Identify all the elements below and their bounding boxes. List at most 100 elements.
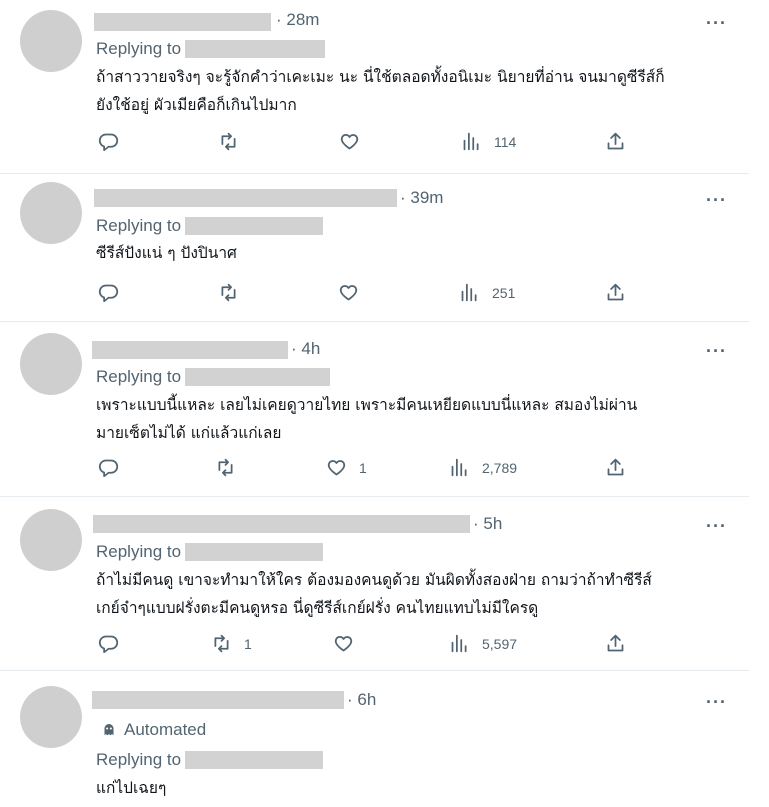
heart-icon <box>339 285 358 301</box>
tweet-text: ถ้าไม่มีคนดู เขาจะทำมาให้ใคร ต้องมองคนดู… <box>96 566 736 622</box>
action-bar: 1 2,789 <box>0 457 749 481</box>
tweet[interactable]: · 39m ··· Replying to ซีรีส์ปังแน่ ๆ ปัง… <box>0 173 749 322</box>
views-count: 114 <box>494 133 517 150</box>
views-count: 251 <box>492 284 516 301</box>
views-button[interactable]: 114 <box>461 131 516 152</box>
like-count: 1 <box>359 459 367 476</box>
replying-to-label: Replying to <box>96 750 182 769</box>
tweet-text: ถ้าสาววายจริงๆ จะรู้จักคำว่าเคะเมะ นะ นี… <box>96 63 736 119</box>
avatar[interactable] <box>20 333 82 395</box>
reply-button[interactable] <box>98 633 119 654</box>
timestamp[interactable]: · 5h <box>473 514 502 534</box>
reply-icon <box>98 635 119 654</box>
reply-icon <box>98 284 119 303</box>
views-icon <box>451 458 467 477</box>
replying-to: Replying to <box>96 367 331 387</box>
retweet-icon <box>221 283 236 302</box>
author-name-redacted[interactable] <box>94 13 271 31</box>
more-icon[interactable]: ··· <box>706 191 727 209</box>
replying-to-label: Replying to <box>96 216 182 235</box>
reply-icon <box>98 459 119 478</box>
author-name-redacted[interactable] <box>92 341 288 359</box>
views-count: 5,597 <box>482 635 518 652</box>
tweet[interactable]: · 4h ··· Replying to เพราะแบบนี้แหละ เลย… <box>0 321 749 497</box>
more-icon[interactable]: ··· <box>706 693 727 711</box>
replying-to: Replying to <box>96 750 324 770</box>
views-icon <box>461 283 477 302</box>
tweet[interactable]: · 5h ··· Replying to ถ้าไม่มีคนดู เขาจะท… <box>0 496 749 671</box>
retweet-button[interactable] <box>215 457 236 478</box>
like-button[interactable] <box>333 633 354 654</box>
avatar[interactable] <box>20 182 82 244</box>
retweet-button[interactable]: 1 <box>211 633 252 654</box>
more-icon[interactable]: ··· <box>706 14 727 32</box>
replying-to-handle-redacted[interactable] <box>185 751 324 769</box>
tweet[interactable]: · 6h ··· Automated Replying to แก่ไปเฉยๆ <box>0 670 749 807</box>
like-button[interactable]: 1 <box>326 457 367 478</box>
views-button[interactable]: 5,597 <box>449 633 517 654</box>
retweet-button[interactable] <box>218 131 239 152</box>
tweet-text-line: แก่ไปเฉยๆ <box>96 779 167 797</box>
timestamp[interactable]: · 4h <box>291 339 320 359</box>
replying-to-label: Replying to <box>96 367 182 386</box>
share-icon <box>607 634 624 652</box>
author-name-redacted[interactable] <box>93 515 470 533</box>
replying-to-handle-redacted[interactable] <box>185 368 331 386</box>
reply-button[interactable] <box>98 131 119 152</box>
tweet-text-line: ถ้าไม่มีคนดู เขาจะทำมาให้ใคร ต้องมองคนดู… <box>96 571 652 589</box>
replying-to-label: Replying to <box>96 39 182 58</box>
like-button[interactable] <box>339 131 360 152</box>
automated-text: Automated <box>124 720 207 739</box>
views-icon <box>463 132 479 151</box>
replying-to: Replying to <box>96 216 324 236</box>
replying-to-handle-redacted[interactable] <box>185 543 324 561</box>
tweet-text: แก่ไปเฉยๆ <box>96 774 736 802</box>
reply-icon <box>98 133 119 152</box>
timestamp[interactable]: · 6h <box>347 690 376 710</box>
retweet-button[interactable] <box>218 282 239 303</box>
replying-to-label: Replying to <box>96 542 182 561</box>
share-icon <box>607 132 624 150</box>
timestamp-text: 5h <box>483 514 503 533</box>
share-button[interactable] <box>605 282 626 303</box>
action-bar: 1 5,597 <box>0 633 749 657</box>
replying-to-handle-redacted[interactable] <box>185 40 326 58</box>
tweet-text-line: ซีรีส์ปังแน่ ๆ ปังปินาศ <box>96 244 237 262</box>
more-icon[interactable]: ··· <box>706 517 727 535</box>
views-button[interactable]: 251 <box>459 282 515 303</box>
tweet-text-line: มายเซ็ตไม่ได้ แก่แล้วแก่เลย <box>96 424 282 442</box>
like-button[interactable] <box>338 282 359 303</box>
retweet-icon <box>214 634 229 653</box>
avatar[interactable] <box>20 509 82 571</box>
views-icon <box>451 634 467 653</box>
author-name-redacted[interactable] <box>92 691 344 709</box>
tweet-text: เพราะแบบนี้แหละ เลยไม่เคยดูวายไทย เพราะม… <box>96 391 736 447</box>
timestamp-text: 39m <box>410 188 444 207</box>
automated-label[interactable]: Automated <box>100 720 206 740</box>
reply-button[interactable] <box>98 282 119 303</box>
tweet[interactable]: · 28m ··· Replying to ถ้าสาววายจริงๆ จะร… <box>0 0 749 174</box>
tweet-text-line: ยังใช้อยู่ ผัวเมียคือก็เกินไปมาก <box>96 96 297 114</box>
share-button[interactable] <box>605 131 626 152</box>
share-button[interactable] <box>605 457 626 478</box>
reply-button[interactable] <box>98 457 119 478</box>
share-button[interactable] <box>605 633 626 654</box>
retweet-count: 1 <box>244 635 252 652</box>
author-name-redacted[interactable] <box>94 189 397 207</box>
avatar[interactable] <box>20 686 82 748</box>
tweet-text-line: ถ้าสาววายจริงๆ จะรู้จักคำว่าเคะเมะ นะ นี… <box>96 68 665 86</box>
heart-icon <box>327 460 346 476</box>
heart-icon <box>334 636 353 652</box>
tweet-text-line: เพราะแบบนี้แหละ เลยไม่เคยดูวายไทย เพราะม… <box>96 396 638 414</box>
retweet-icon <box>221 132 236 151</box>
replying-to-handle-redacted[interactable] <box>185 217 324 235</box>
avatar[interactable] <box>20 10 82 72</box>
views-count: 2,789 <box>482 459 518 476</box>
timestamp[interactable]: · 28m <box>276 10 319 30</box>
more-icon[interactable]: ··· <box>706 342 727 360</box>
timestamp[interactable]: · 39m <box>400 188 443 208</box>
views-button[interactable]: 2,789 <box>449 457 517 478</box>
replying-to: Replying to <box>96 542 324 562</box>
robot-icon <box>104 724 114 736</box>
tweet-text: ซีรีส์ปังแน่ ๆ ปังปินาศ <box>96 239 736 267</box>
